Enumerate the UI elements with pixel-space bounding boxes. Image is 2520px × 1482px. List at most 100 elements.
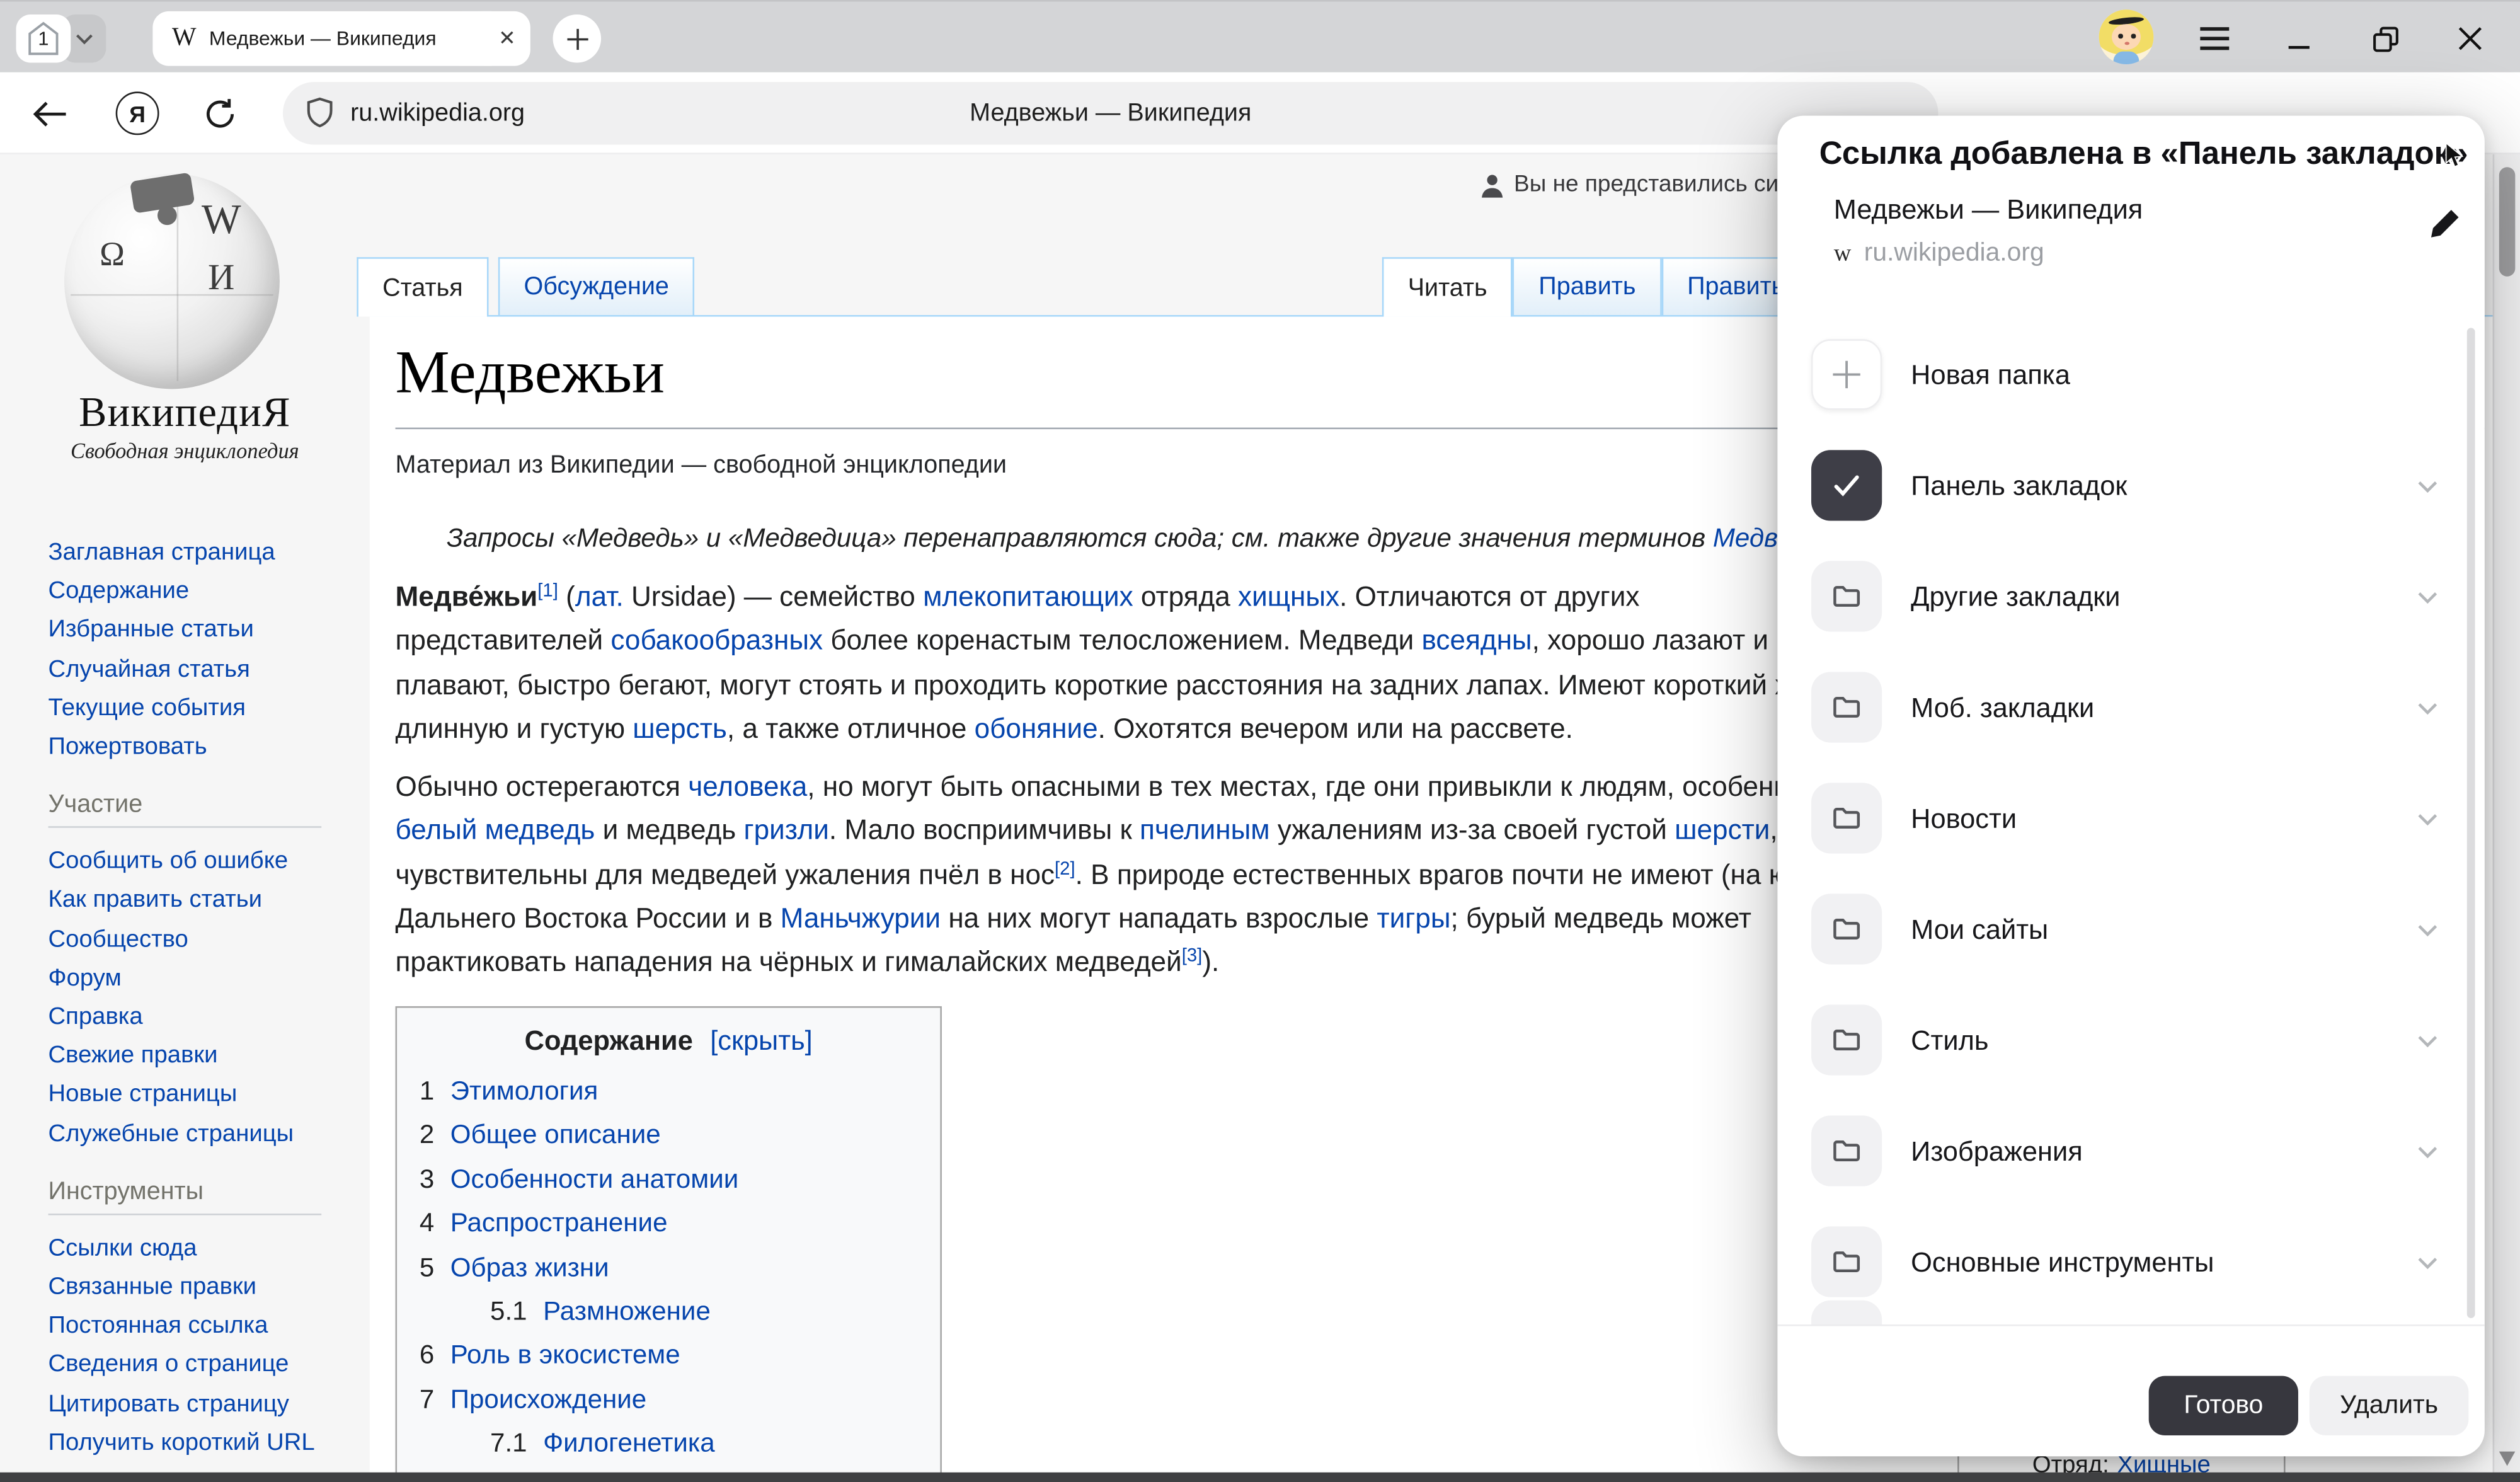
wiki-link[interactable]: [2] (1055, 859, 1075, 879)
done-button[interactable]: Готово (2149, 1376, 2298, 1435)
back-button[interactable] (29, 93, 71, 135)
folder-row[interactable]: Новости (1777, 764, 2484, 875)
edit-bookmark-button[interactable] (2425, 206, 2466, 248)
sidebar-item[interactable]: Сообщество (49, 921, 357, 960)
scrollbar-down-arrow[interactable] (2499, 1452, 2516, 1466)
folder-row[interactable]: Основные инструменты (1777, 1207, 2484, 1318)
wiki-link[interactable]: обоняние (975, 712, 1098, 744)
url-field[interactable]: ru.wikipedia.org Медвежьи — Википедия (283, 82, 1939, 144)
folder-row[interactable]: Другие закладки (1777, 542, 2484, 653)
wiki-link[interactable]: собакообразных (610, 624, 823, 657)
wiki-link[interactable]: Маньчжурии (781, 902, 941, 934)
tab-close-icon[interactable]: ✕ (498, 26, 516, 52)
sidebar-item[interactable]: Форум (49, 960, 357, 999)
wiki-link[interactable]: гризли (744, 814, 829, 846)
text-run: , а также отличное (727, 712, 975, 744)
browser-tab[interactable]: W Медвежьи — Википедия ✕ (152, 11, 530, 66)
toc-link[interactable]: Образ жизни (450, 1253, 609, 1282)
wiki-link[interactable]: млекопитающих (923, 580, 1133, 612)
toc-link[interactable]: Размножение (543, 1297, 711, 1326)
sidebar-item[interactable]: Избранные статьи (49, 611, 357, 650)
menu-button[interactable] (2196, 20, 2234, 58)
sidebar-item[interactable]: Служебные страницы (49, 1115, 357, 1154)
sidebar-item[interactable]: Ссылки сюда (49, 1229, 357, 1268)
wikipedia-wordmark[interactable]: ВикипедиЯ (0, 389, 370, 437)
new-folder-row[interactable]: Новая папка (1777, 320, 2484, 431)
sidebar-item[interactable]: Случайная статья (49, 650, 357, 689)
tab-list-button[interactable]: 1 (16, 14, 106, 63)
chevron-down-icon[interactable] (2414, 1027, 2441, 1054)
wiki-link[interactable]: [3] (1182, 948, 1203, 967)
sidebar-item[interactable]: Постоянная ссылка (49, 1307, 357, 1347)
wiki-link[interactable]: [1] (537, 582, 558, 601)
chevron-down-icon[interactable] (2414, 694, 2441, 721)
toc-hide-link[interactable]: [скрыть] (710, 1026, 813, 1056)
sidebar-item[interactable]: Цитировать страницу (49, 1385, 357, 1424)
page-scrollbar[interactable] (2493, 154, 2520, 1482)
chevron-down-icon[interactable] (2414, 1138, 2441, 1165)
wiki-tab[interactable]: Статья (357, 257, 488, 316)
chevron-down-icon[interactable] (2414, 1249, 2441, 1276)
scrollbar-thumb[interactable] (2499, 167, 2516, 276)
restore-button[interactable] (2366, 20, 2404, 58)
wiki-link[interactable]: шерсть (633, 712, 727, 744)
delete-button[interactable]: Удалить (2310, 1376, 2469, 1435)
wiki-tab[interactable]: Читать (1382, 257, 1513, 316)
chevron-down-icon[interactable] (2414, 805, 2441, 832)
wiki-link[interactable]: человека (688, 770, 807, 802)
new-tab-button[interactable] (553, 14, 602, 63)
toc-link[interactable]: Этимология (450, 1077, 598, 1106)
profile-avatar[interactable] (2099, 9, 2154, 64)
wiki-tab[interactable]: Править (1513, 257, 1661, 315)
close-button[interactable] (2451, 20, 2489, 58)
toc-item: 4Распространение (420, 1203, 738, 1247)
wikipedia-globe-logo[interactable]: W И Ω (64, 174, 280, 389)
sidebar-item[interactable]: Получить короткий URL (49, 1424, 357, 1463)
minimize-button[interactable] (2279, 20, 2317, 58)
sidebar-item[interactable]: Новые страницы (49, 1076, 357, 1115)
hatnote: Запросы «Медведь» и «Медведица» перенапр… (447, 524, 1996, 554)
folder-label: Стиль (1911, 985, 1988, 1096)
sidebar-item[interactable]: Пожертвовать (49, 728, 357, 767)
wiki-link[interactable]: белый медведь (396, 814, 595, 846)
table-of-contents: Содержание [скрыть] 1Этимология2Общее оп… (396, 1006, 942, 1482)
wiki-link[interactable]: хищных (1238, 580, 1339, 612)
chevron-down-icon[interactable] (2414, 916, 2441, 943)
sidebar-item[interactable]: Как править статьи (49, 882, 357, 921)
sidebar-item[interactable]: Текущие события (49, 689, 357, 728)
toc-link[interactable]: Роль в экосистеме (450, 1341, 680, 1370)
wiki-link[interactable]: всеядны (1421, 624, 1532, 657)
wiki-link[interactable]: пчелиным (1140, 814, 1270, 846)
toc-link[interactable]: Общее описание (450, 1121, 661, 1150)
sidebar-item[interactable]: Сообщить об ошибке (49, 842, 357, 882)
sidebar-item[interactable]: Содержание (49, 573, 357, 612)
toc-number: 5 (420, 1253, 434, 1282)
avatar-eye (2118, 34, 2122, 38)
folder-row[interactable]: Моб. закладки (1777, 653, 2484, 764)
sidebar-item[interactable]: Связанные правки (49, 1268, 357, 1307)
sidebar-item[interactable]: Справка (49, 998, 357, 1037)
sidebar-item[interactable]: Сведения о странице (49, 1346, 357, 1385)
chevron-down-icon[interactable] (2414, 473, 2441, 500)
yandex-button[interactable]: Я (116, 91, 159, 135)
folder-row[interactable]: Стиль (1777, 985, 2484, 1096)
toc-link[interactable]: Особенности анатомии (450, 1165, 738, 1194)
toc-link[interactable]: Распространение (450, 1209, 668, 1238)
toc-item: 7.1Филогенетика (420, 1423, 738, 1467)
folder-row[interactable]: Мои сайты (1777, 875, 2484, 985)
wiki-link[interactable]: лат. (575, 580, 624, 612)
wiki-link[interactable]: тигры (1377, 902, 1450, 934)
chevron-down-icon[interactable] (2414, 583, 2441, 611)
wiki-tab[interactable]: Обсуждение (498, 257, 695, 315)
reload-button[interactable] (199, 93, 241, 135)
toc-link[interactable]: Филогенетика (543, 1429, 715, 1458)
sidebar-item[interactable]: Свежие правки (49, 1037, 357, 1076)
toc-link[interactable]: Происхождение (450, 1386, 646, 1415)
tab-counter[interactable]: 1 (16, 14, 71, 63)
sidebar-item[interactable]: Заглавная страница (49, 534, 357, 573)
popup-scrollbar-thumb[interactable] (2467, 328, 2475, 1318)
folder-row[interactable]: Изображения (1777, 1096, 2484, 1207)
wiki-link[interactable]: шерсти (1675, 814, 1770, 846)
toc-item: 2Общее описание (420, 1115, 738, 1159)
folder-row[interactable]: Панель закладок (1777, 431, 2484, 542)
